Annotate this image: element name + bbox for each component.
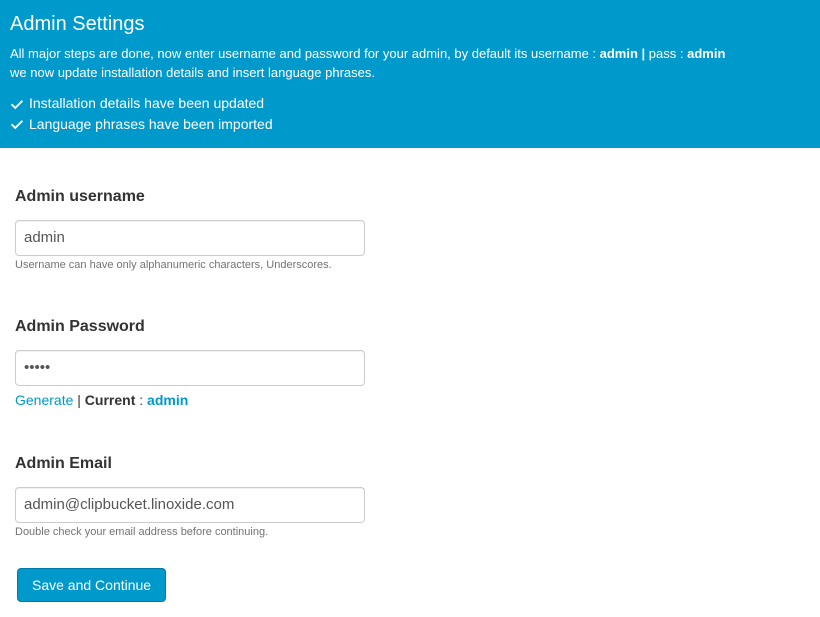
username-input[interactable]	[15, 220, 365, 256]
form-area: Admin username Username can have only al…	[0, 148, 820, 617]
current-label: Current	[85, 392, 136, 408]
email-input[interactable]	[15, 487, 365, 523]
email-group: Admin Email Double check your email addr…	[15, 455, 805, 538]
header-banner: Admin Settings All major steps are done,…	[0, 0, 820, 148]
status-text: Installation details have been updated	[29, 93, 264, 113]
email-label: Admin Email	[15, 455, 805, 473]
header-description-line2: we now update installation details and i…	[10, 64, 810, 82]
username-group: Admin username Username can have only al…	[15, 188, 805, 271]
page-title: Admin Settings	[10, 13, 810, 36]
check-icon	[10, 117, 24, 131]
save-continue-button[interactable]: Save and Continue	[17, 568, 166, 602]
password-input[interactable]	[15, 350, 365, 386]
desc-pass-label: pass :	[645, 46, 687, 61]
status-item: Installation details have been updated	[10, 93, 810, 113]
hint-colon: :	[135, 392, 147, 408]
desc-default-pass: admin	[687, 46, 725, 61]
hint-sep: |	[73, 392, 84, 408]
current-password-value: admin	[147, 392, 188, 408]
status-text: Language phrases have been imported	[29, 114, 273, 134]
check-icon	[10, 97, 24, 111]
header-description-line1: All major steps are done, now enter user…	[10, 45, 810, 63]
username-help: Username can have only alphanumeric char…	[15, 259, 805, 271]
username-label: Admin username	[15, 188, 805, 206]
status-list: Installation details have been updated L…	[10, 93, 810, 134]
password-group: Admin Password Generate | Current : admi…	[15, 318, 805, 408]
password-label: Admin Password	[15, 318, 805, 336]
desc-prefix: All major steps are done, now enter user…	[10, 46, 600, 61]
status-item: Language phrases have been imported	[10, 114, 810, 134]
password-hint: Generate | Current : admin	[15, 392, 805, 408]
email-help: Double check your email address before c…	[15, 526, 805, 538]
generate-password-link[interactable]: Generate	[15, 392, 73, 408]
desc-default-user: admin |	[600, 46, 646, 61]
